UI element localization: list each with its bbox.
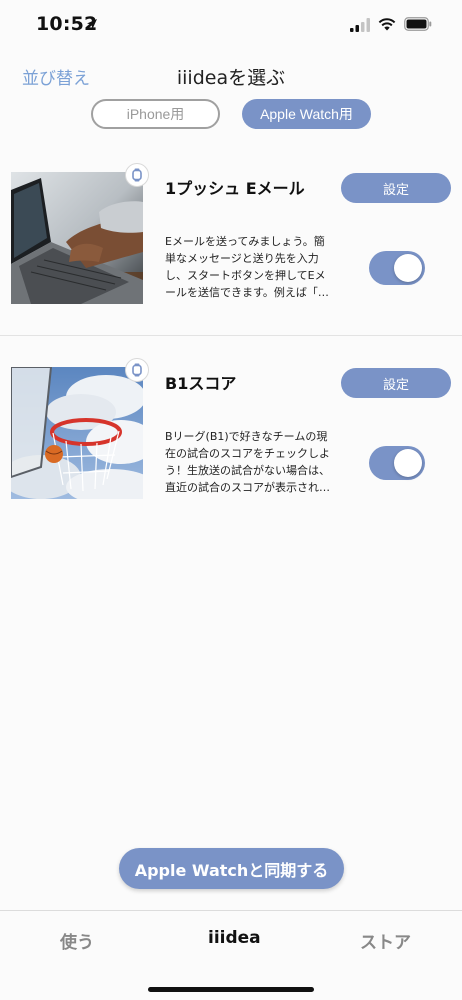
toggle-knob: [394, 449, 422, 477]
email-thumbnail: [11, 172, 143, 304]
tab-bar: 使う iiidea ストア: [0, 910, 462, 1000]
battery-icon: [404, 17, 432, 31]
wifi-icon: [378, 18, 396, 31]
item-title: 1プッシュ Eメール: [165, 179, 305, 198]
laptop-typing-image: [11, 172, 143, 304]
cellular-signal-icon: [350, 18, 370, 32]
tab-use[interactable]: 使う: [60, 928, 94, 953]
tab-iiidea[interactable]: iiidea: [208, 928, 261, 948]
settings-button[interactable]: 設定: [341, 368, 451, 398]
apple-watch-icon: [125, 358, 149, 382]
apple-watch-icon: [125, 163, 149, 187]
segment-apple-watch[interactable]: Apple Watch用: [242, 99, 371, 129]
enable-toggle[interactable]: [369, 251, 425, 285]
enable-toggle[interactable]: [369, 446, 425, 480]
settings-button[interactable]: 設定: [341, 173, 451, 203]
tab-store[interactable]: ストア: [360, 928, 411, 953]
location-arrow-icon: [87, 19, 97, 29]
home-indicator[interactable]: [148, 987, 314, 992]
iiidea-item-email: 1プッシュ Eメール Eメールを送ってみましょう。簡単なメッセージと送り先を入力…: [0, 143, 462, 338]
basketball-hoop-image: [11, 367, 143, 499]
item-title: B1スコア: [165, 374, 237, 393]
b1-score-thumbnail: [11, 367, 143, 499]
item-description: Bリーグ(B1)で好きなチームの現在の試合のスコアをチェックしよう！生放送の試合…: [165, 430, 330, 494]
screen: 10:52 並び替え iiideaを選ぶ iPhone用 Apple Watch…: [0, 0, 462, 1000]
iiidea-item-b1-score: B1スコア Bリーグ(B1)で好きなチームの現在の試合のスコアをチェックしよう！…: [0, 338, 462, 533]
divider: [0, 335, 462, 336]
item-description: Eメールを送ってみましょう。簡単なメッセージと送り先を入力し、スタートボタンを押…: [165, 235, 329, 299]
page-title: iiideaを選ぶ: [176, 67, 286, 89]
sync-apple-watch-button[interactable]: Apple Watchと同期する: [119, 848, 344, 889]
toggle-knob: [394, 254, 422, 282]
status-bar: 10:52: [0, 0, 462, 50]
segment-iphone[interactable]: iPhone用: [91, 99, 220, 129]
